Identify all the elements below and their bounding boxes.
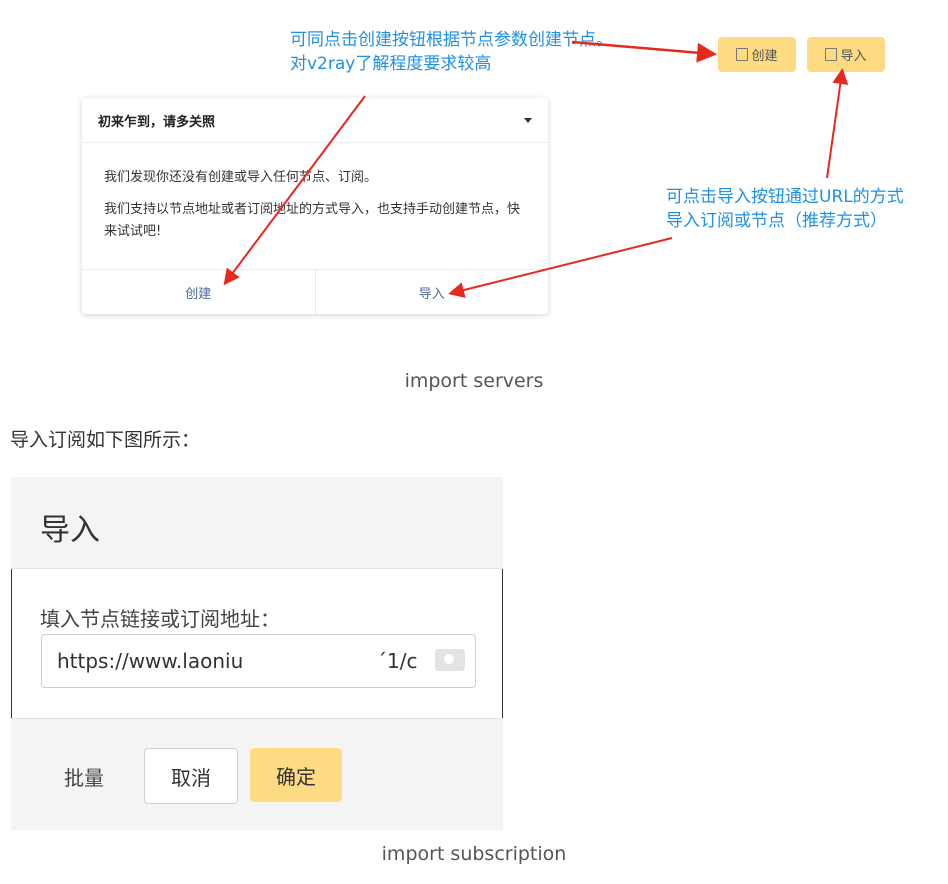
arrow-to-card-create: [223, 95, 366, 286]
arrow-to-top-import: [826, 68, 849, 179]
arrow-to-card-import: [448, 237, 673, 298]
arrow-to-top-create: [571, 40, 717, 63]
annotation-arrows: [223, 40, 849, 298]
